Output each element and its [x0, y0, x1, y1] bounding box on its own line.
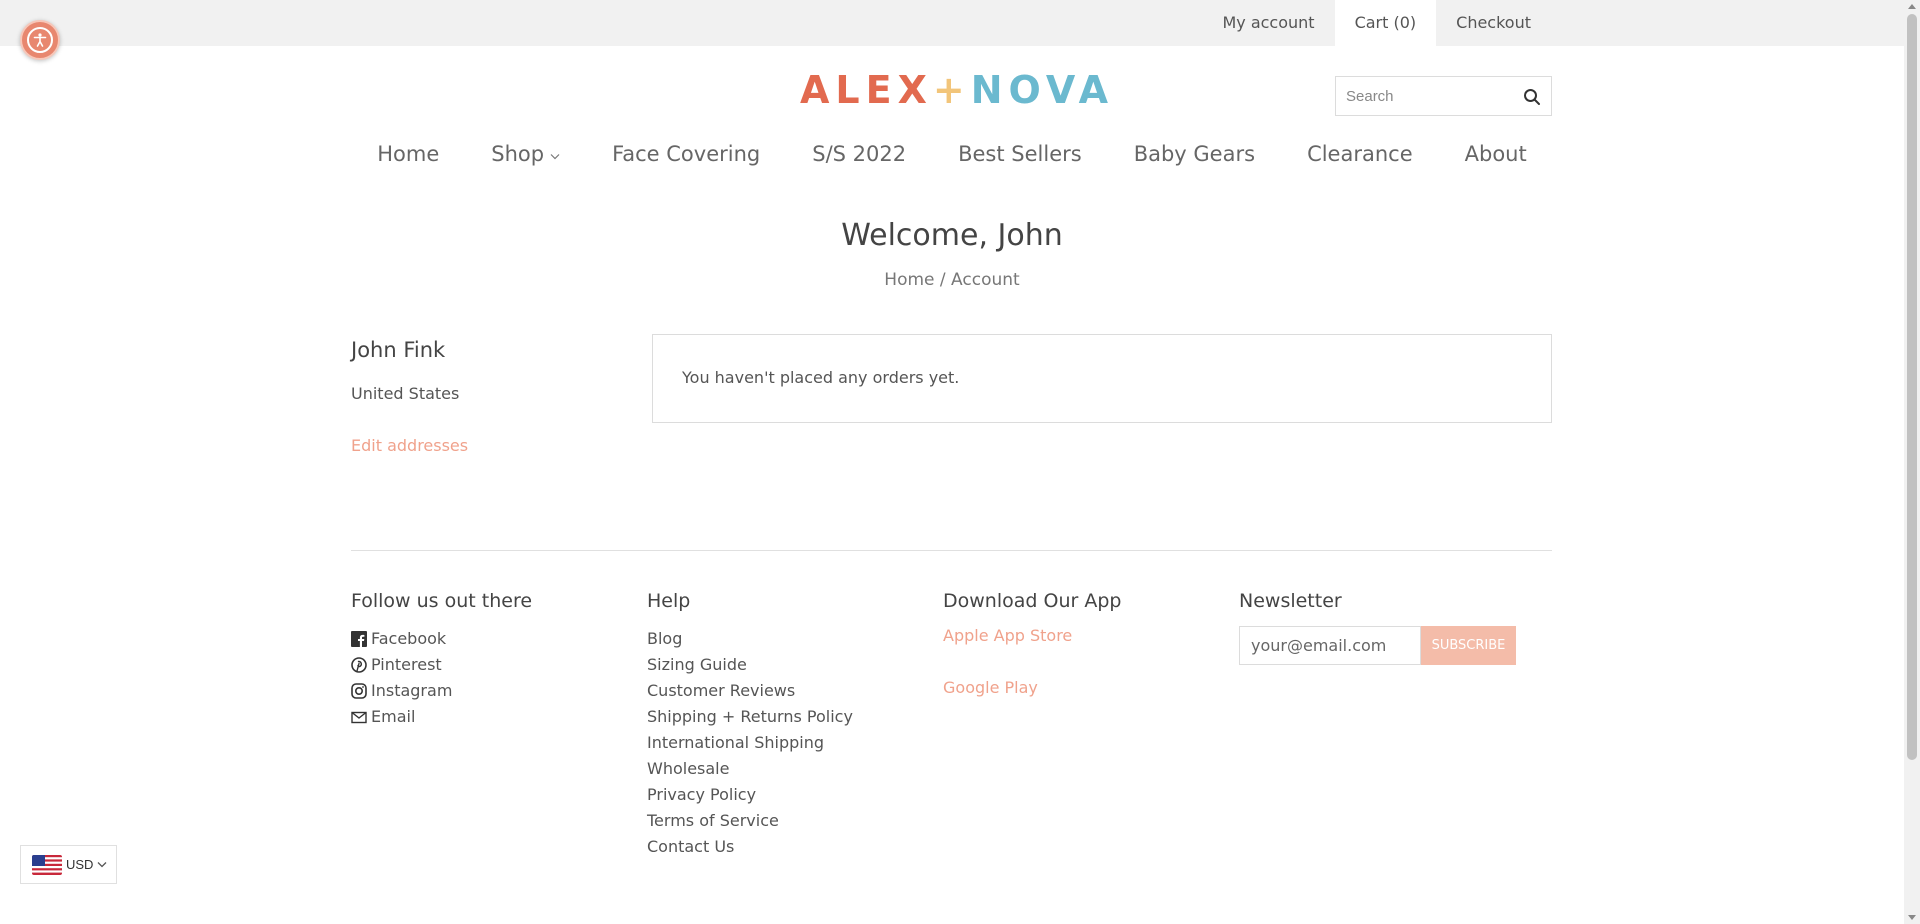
search-icon[interactable] — [1523, 88, 1541, 106]
footer-newsletter-column: Newsletter SUBSCRIBE — [1239, 590, 1516, 665]
footer-app-column: Download Our App Apple App Store Google … — [943, 590, 1121, 730]
nav-item-about[interactable]: About — [1465, 140, 1527, 168]
facebook-link[interactable]: Facebook — [351, 626, 532, 652]
nav-label: S/S 2022 — [812, 142, 907, 166]
subscribe-button[interactable]: SUBSCRIBE — [1421, 626, 1516, 665]
my-account-link[interactable]: My account — [1202, 0, 1334, 46]
footer-link-terms-of-service[interactable]: Terms of Service — [647, 808, 853, 834]
newsletter-email-input[interactable] — [1239, 626, 1421, 665]
pinterest-link[interactable]: Pinterest — [351, 652, 532, 678]
chevron-down-icon — [550, 153, 560, 159]
edit-addresses-link[interactable]: Edit addresses — [351, 436, 468, 455]
newsletter-form: SUBSCRIBE — [1239, 626, 1516, 665]
nav-label: Shop — [491, 142, 545, 166]
pinterest-label: Pinterest — [371, 655, 442, 674]
apple-app-store-link[interactable]: Apple App Store — [943, 626, 1121, 678]
footer-app-heading: Download Our App — [943, 590, 1122, 612]
nav-item-face-covering[interactable]: Face Covering — [612, 140, 760, 168]
site-logo[interactable]: ALEX+NOVA — [800, 68, 1108, 112]
breadcrumb-current: Account — [951, 270, 1020, 290]
footer-divider — [351, 550, 1552, 551]
checkout-link[interactable]: Checkout — [1436, 0, 1551, 46]
footer-link-international-shipping[interactable]: International Shipping — [647, 730, 853, 756]
scroll-up-arrow-icon[interactable] — [1908, 4, 1916, 9]
facebook-label: Facebook — [371, 629, 447, 648]
nav-label: Clearance — [1307, 142, 1413, 166]
footer-link-sizing-guide[interactable]: Sizing Guide — [647, 652, 853, 678]
scrollbar-thumb[interactable] — [1907, 14, 1917, 760]
footer-link-privacy-policy[interactable]: Privacy Policy — [647, 782, 853, 808]
footer-newsletter-heading: Newsletter — [1239, 590, 1342, 612]
page-scrollbar[interactable] — [1904, 0, 1920, 924]
google-play-link[interactable]: Google Play — [943, 678, 1121, 730]
customer-name: John Fink — [351, 338, 446, 362]
accessibility-button[interactable] — [20, 20, 60, 60]
nav-item-clearance[interactable]: Clearance — [1307, 140, 1413, 168]
footer-social-column: Follow us out there Facebook Pinterest I… — [351, 590, 532, 730]
logo-text-nova: NOVA — [970, 68, 1115, 112]
facebook-icon — [351, 631, 367, 647]
search-input[interactable] — [1336, 77, 1516, 115]
footer-link-customer-reviews[interactable]: Customer Reviews — [647, 678, 853, 704]
breadcrumb: Home / Account — [0, 270, 1904, 290]
customer-country: United States — [351, 384, 460, 403]
breadcrumb-separator: / — [939, 270, 946, 290]
page-title: Welcome, John — [841, 218, 1063, 253]
logo-plus: + — [932, 68, 971, 112]
email-icon — [351, 711, 367, 724]
nav-label: Baby Gears — [1133, 142, 1256, 166]
nav-label: About — [1464, 142, 1527, 166]
footer-link-contact-us[interactable]: Contact Us — [647, 834, 853, 860]
scroll-down-arrow-icon[interactable] — [1908, 915, 1916, 920]
nav-label: Best Sellers — [958, 142, 1082, 166]
footer-link-wholesale[interactable]: Wholesale — [647, 756, 853, 782]
footer-help-heading: Help — [647, 590, 691, 612]
nav-item-shop[interactable]: Shop — [491, 140, 560, 168]
top-bar: My account Cart (0) Checkout — [0, 0, 1904, 46]
nav-item-baby-gears[interactable]: Baby Gears — [1134, 140, 1255, 168]
breadcrumb-home[interactable]: Home — [884, 270, 934, 290]
nav-item-home[interactable]: Home — [377, 140, 439, 168]
currency-code: USD — [66, 857, 94, 872]
pinterest-icon — [351, 657, 367, 673]
instagram-icon — [351, 683, 367, 699]
email-label: Email — [371, 707, 416, 726]
logo-text-alex: ALEX — [800, 68, 933, 112]
nav-label: Home — [377, 142, 440, 166]
footer-help-column: Help Blog Sizing Guide Customer Reviews … — [647, 590, 853, 860]
nav-label: Face Covering — [612, 142, 761, 166]
nav-item-best-sellers[interactable]: Best Sellers — [958, 140, 1082, 168]
accessibility-icon — [27, 27, 53, 53]
instagram-link[interactable]: Instagram — [351, 678, 532, 704]
orders-panel: You haven't placed any orders yet. — [652, 334, 1552, 423]
instagram-label: Instagram — [371, 681, 453, 700]
us-flag-icon — [32, 854, 62, 875]
chevron-down-icon — [97, 862, 107, 868]
nav-item-ss-2022[interactable]: S/S 2022 — [812, 140, 906, 168]
footer-link-shipping-returns[interactable]: Shipping + Returns Policy — [647, 704, 853, 730]
account-links: My account Cart (0) Checkout — [1202, 0, 1551, 46]
orders-empty-message: You haven't placed any orders yet. — [682, 368, 960, 387]
cart-link[interactable]: Cart (0) — [1334, 0, 1437, 46]
main-nav: Home Shop Face Covering S/S 2022 Best Se… — [0, 140, 1904, 168]
footer-link-blog[interactable]: Blog — [647, 626, 853, 652]
currency-selector[interactable]: USD — [20, 845, 117, 884]
footer-social-heading: Follow us out there — [351, 590, 533, 612]
email-link[interactable]: Email — [351, 704, 532, 730]
search-box — [1335, 76, 1552, 116]
